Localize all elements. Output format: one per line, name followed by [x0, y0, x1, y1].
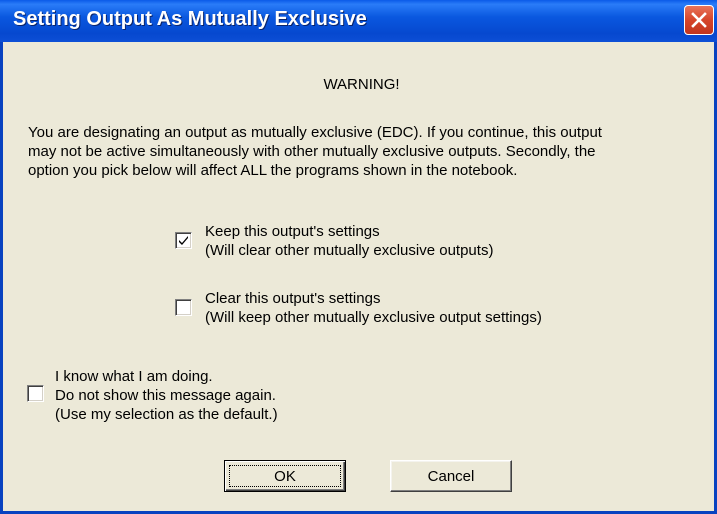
ok-button[interactable]: OK — [224, 460, 346, 492]
close-button[interactable] — [684, 5, 714, 35]
message-line-1: You are designating an output as mutuall… — [28, 124, 602, 141]
message-line-3: option you pick below will affect ALL th… — [28, 162, 518, 179]
keep-settings-label[interactable]: Keep this output's settings (Will clear … — [205, 222, 493, 260]
close-icon — [691, 12, 707, 28]
focus-ring — [229, 465, 341, 487]
clear-settings-line2: (Will keep other mutually exclusive outp… — [205, 309, 542, 326]
clear-settings-label[interactable]: Clear this output's settings (Will keep … — [205, 289, 542, 327]
clear-settings-line1: Clear this output's settings — [205, 290, 381, 307]
dont-show-again-label[interactable]: I know what I am doing. Do not show this… — [55, 367, 278, 424]
warning-heading: WARNING! — [3, 76, 714, 93]
message-line-2: may not be active simultaneously with ot… — [28, 143, 596, 160]
warning-message: You are designating an output as mutuall… — [28, 123, 717, 180]
cancel-button[interactable]: Cancel — [390, 460, 512, 492]
keep-settings-line1: Keep this output's settings — [205, 223, 380, 240]
dialog-window: Setting Output As Mutually Exclusive WAR… — [0, 0, 717, 514]
dont-show-line2: Do not show this message again. — [55, 387, 276, 404]
dont-show-line3: (Use my selection as the default.) — [55, 406, 278, 423]
dont-show-again-checkbox[interactable] — [27, 385, 44, 402]
clear-settings-checkbox[interactable] — [175, 299, 192, 316]
window-title: Setting Output As Mutually Exclusive — [13, 8, 367, 30]
title-bar[interactable]: Setting Output As Mutually Exclusive — [0, 0, 717, 42]
keep-settings-checkbox[interactable] — [175, 232, 192, 249]
checkmark-icon — [179, 236, 188, 245]
warning-heading-text: WARNING! — [323, 76, 400, 93]
dont-show-line1: I know what I am doing. — [55, 368, 213, 385]
cancel-button-label: Cancel — [427, 467, 475, 485]
keep-settings-line2: (Will clear other mutually exclusive out… — [205, 242, 494, 259]
